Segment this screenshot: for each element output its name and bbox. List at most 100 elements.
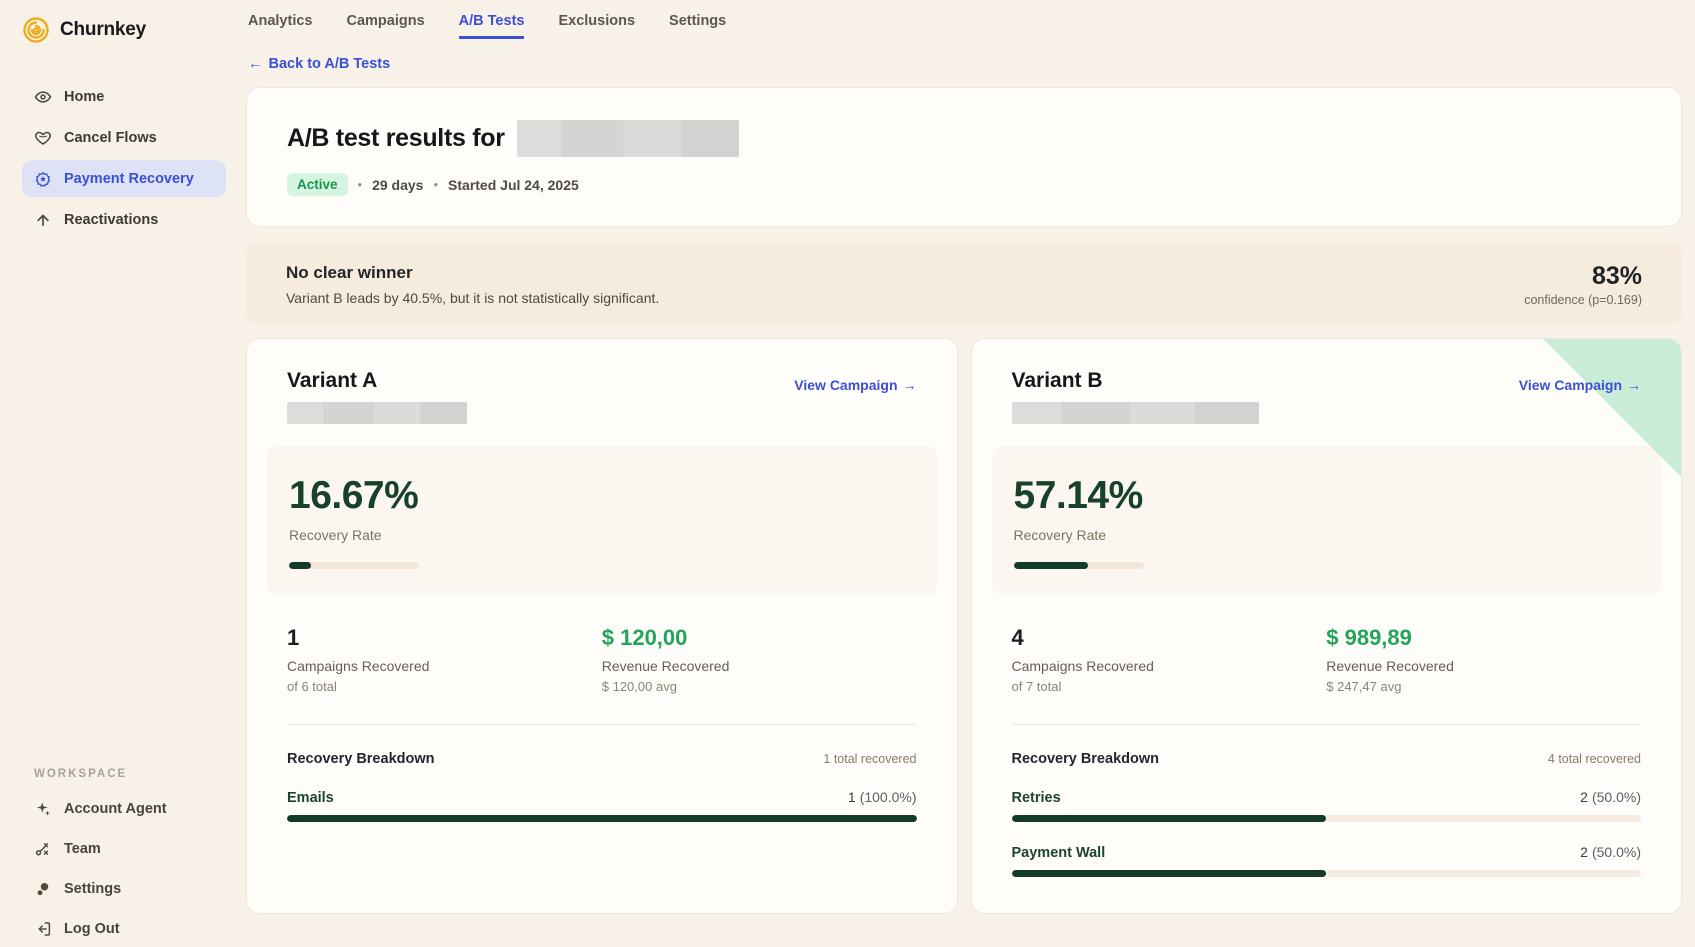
- card-divider: [287, 724, 917, 725]
- variant-a-campaigns-stat: 1 Campaigns Recovered of 6 total: [287, 625, 602, 694]
- breakdown-row-value: 2: [1580, 789, 1588, 805]
- campaigns-total-sub: of 7 total: [1012, 679, 1327, 694]
- recovery-rate-bar-fill: [1014, 562, 1088, 569]
- page-title: A/B test results for: [287, 124, 505, 153]
- back-arrow-icon: ←: [248, 56, 263, 72]
- sidebar-item-label: Payment Recovery: [64, 171, 194, 187]
- tab-exclusions[interactable]: Exclusions: [558, 13, 635, 39]
- page-content: ← Back to A/B Tests A/B test results for…: [246, 39, 1682, 947]
- variant-a-revenue-stat: $ 120,00 Revenue Recovered $ 120,00 avg: [602, 625, 917, 694]
- campaigns-recovered-label: Campaigns Recovered: [287, 658, 602, 674]
- breakdown-row-payment-wall: Payment Wall 2(50.0%): [1012, 844, 1642, 877]
- arrow-up-icon: [34, 211, 52, 229]
- sidebar-item-log-out[interactable]: Log Out: [22, 910, 226, 947]
- confidence-value: 83%: [1524, 262, 1642, 291]
- breakdown-bar-fill: [287, 815, 917, 822]
- breakdown-bar-fill: [1012, 870, 1327, 877]
- test-header-card: A/B test results for Active • 29 days • …: [246, 87, 1682, 227]
- badge-star-icon: [34, 170, 52, 188]
- breakdown-row-pct: (100.0%): [860, 789, 917, 805]
- recovery-rate-value: 57.14%: [1014, 474, 1640, 518]
- sidebar-item-label: Settings: [64, 881, 121, 897]
- revenue-avg-sub: $ 247,47 avg: [1326, 679, 1641, 694]
- breakdown-row-pct: (50.0%): [1592, 844, 1641, 860]
- breakdown-row-value: 1: [848, 789, 856, 805]
- sidebar-item-reactivations[interactable]: Reactivations: [22, 201, 226, 238]
- sidebar-item-home[interactable]: Home: [22, 78, 226, 115]
- redacted-test-name: [517, 120, 739, 157]
- revenue-recovered-label: Revenue Recovered: [1326, 658, 1641, 674]
- breakdown-row-label: Emails: [287, 790, 334, 806]
- breakdown-bar: [1012, 870, 1642, 877]
- recovery-rate-value: 16.67%: [289, 474, 915, 518]
- breakdown-row-retries: Retries 2(50.0%): [1012, 789, 1642, 822]
- view-campaign-label: View Campaign: [1519, 377, 1622, 393]
- test-duration: 29 days: [372, 177, 423, 193]
- variant-b-name: Variant B: [1012, 369, 1259, 393]
- brand-logo[interactable]: Churnkey: [22, 10, 226, 50]
- sidebar-item-cancel-flows[interactable]: Cancel Flows: [22, 119, 226, 156]
- breakdown-title: Recovery Breakdown: [1012, 751, 1159, 767]
- app-root: Churnkey Home Cancel Flows Payment Recov…: [0, 0, 1695, 947]
- arrow-right-icon: →: [1627, 377, 1641, 393]
- breakdown-total: 4 total recovered: [1548, 752, 1641, 766]
- banner-subtitle: Variant B leads by 40.5%, but it is not …: [286, 290, 659, 306]
- result-banner: No clear winner Variant B leads by 40.5%…: [246, 243, 1682, 324]
- sidebar-item-label: Account Agent: [64, 801, 167, 817]
- eye-icon: [34, 88, 52, 106]
- campaigns-recovered-value: 1: [287, 625, 602, 651]
- workspace-section: WORKSPACE Account Agent Team: [22, 768, 226, 947]
- sparkles-icon: [34, 800, 52, 818]
- campaigns-recovered-value: 4: [1012, 625, 1327, 651]
- sidebar-item-settings[interactable]: Settings: [22, 870, 226, 907]
- back-to-ab-tests-link[interactable]: ← Back to A/B Tests: [248, 56, 390, 72]
- sidebar-item-account-agent[interactable]: Account Agent: [22, 790, 226, 827]
- heart-icon: [34, 129, 52, 147]
- revenue-recovered-label: Revenue Recovered: [602, 658, 917, 674]
- variant-a-view-campaign-link[interactable]: View Campaign →: [794, 377, 916, 393]
- workspace-label: WORKSPACE: [34, 768, 226, 780]
- recovery-rate-bar: [1014, 562, 1144, 569]
- breakdown-row-label: Retries: [1012, 790, 1061, 806]
- tab-analytics[interactable]: Analytics: [248, 13, 312, 39]
- tab-ab-tests[interactable]: A/B Tests: [459, 13, 525, 39]
- settings-icon: [34, 880, 52, 898]
- top-navigation: Analytics Campaigns A/B Tests Exclusions…: [246, 0, 1682, 39]
- recovery-rate-bar: [289, 562, 419, 569]
- churnkey-logo-icon: [22, 16, 50, 44]
- variant-b-view-campaign-link[interactable]: View Campaign →: [1519, 377, 1641, 393]
- revenue-avg-sub: $ 120,00 avg: [602, 679, 917, 694]
- sidebar-item-label: Home: [64, 89, 104, 105]
- tab-campaigns[interactable]: Campaigns: [346, 13, 424, 39]
- breakdown-bar: [1012, 815, 1642, 822]
- breakdown-title: Recovery Breakdown: [287, 751, 434, 767]
- variant-a-card: Variant A View Campaign → 16.67% Recover…: [246, 338, 958, 914]
- back-link-label: Back to A/B Tests: [269, 56, 391, 72]
- sidebar-item-label: Reactivations: [64, 212, 158, 228]
- winner-corner-ribbon: [1543, 339, 1681, 477]
- breakdown-row-value: 2: [1580, 844, 1588, 860]
- test-start-date: Started Jul 24, 2025: [448, 177, 579, 193]
- dot-separator: •: [433, 177, 438, 192]
- sidebar-item-team[interactable]: Team: [22, 830, 226, 867]
- tab-settings[interactable]: Settings: [669, 13, 726, 39]
- status-badge: Active: [287, 173, 348, 196]
- arrow-right-icon: →: [903, 377, 917, 393]
- breakdown-row-emails: Emails 1(100.0%): [287, 789, 917, 822]
- sidebar: Churnkey Home Cancel Flows Payment Recov…: [0, 0, 246, 947]
- dot-separator: •: [358, 177, 363, 192]
- breakdown-row-pct: (50.0%): [1592, 789, 1641, 805]
- sidebar-item-label: Cancel Flows: [64, 130, 157, 146]
- variant-a-name: Variant A: [287, 369, 467, 393]
- sidebar-item-payment-recovery[interactable]: Payment Recovery: [22, 160, 226, 197]
- brand-name: Churnkey: [60, 19, 146, 41]
- banner-title: No clear winner: [286, 263, 659, 283]
- breakdown-total: 1 total recovered: [823, 752, 916, 766]
- breakdown-row-label: Payment Wall: [1012, 845, 1106, 861]
- recovery-rate-bar-fill: [289, 562, 311, 569]
- recovery-rate-label: Recovery Rate: [1014, 527, 1640, 543]
- campaigns-total-sub: of 6 total: [287, 679, 602, 694]
- breakdown-bar-fill: [1012, 815, 1327, 822]
- variant-b-card: ✓ Variant B View Campaign → 57.14%: [971, 338, 1683, 914]
- sidebar-item-label: Team: [64, 841, 101, 857]
